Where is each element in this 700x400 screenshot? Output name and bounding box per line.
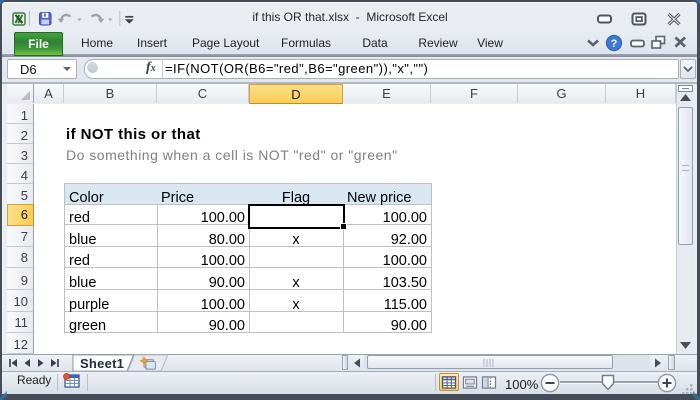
- svg-text:?: ?: [611, 38, 618, 50]
